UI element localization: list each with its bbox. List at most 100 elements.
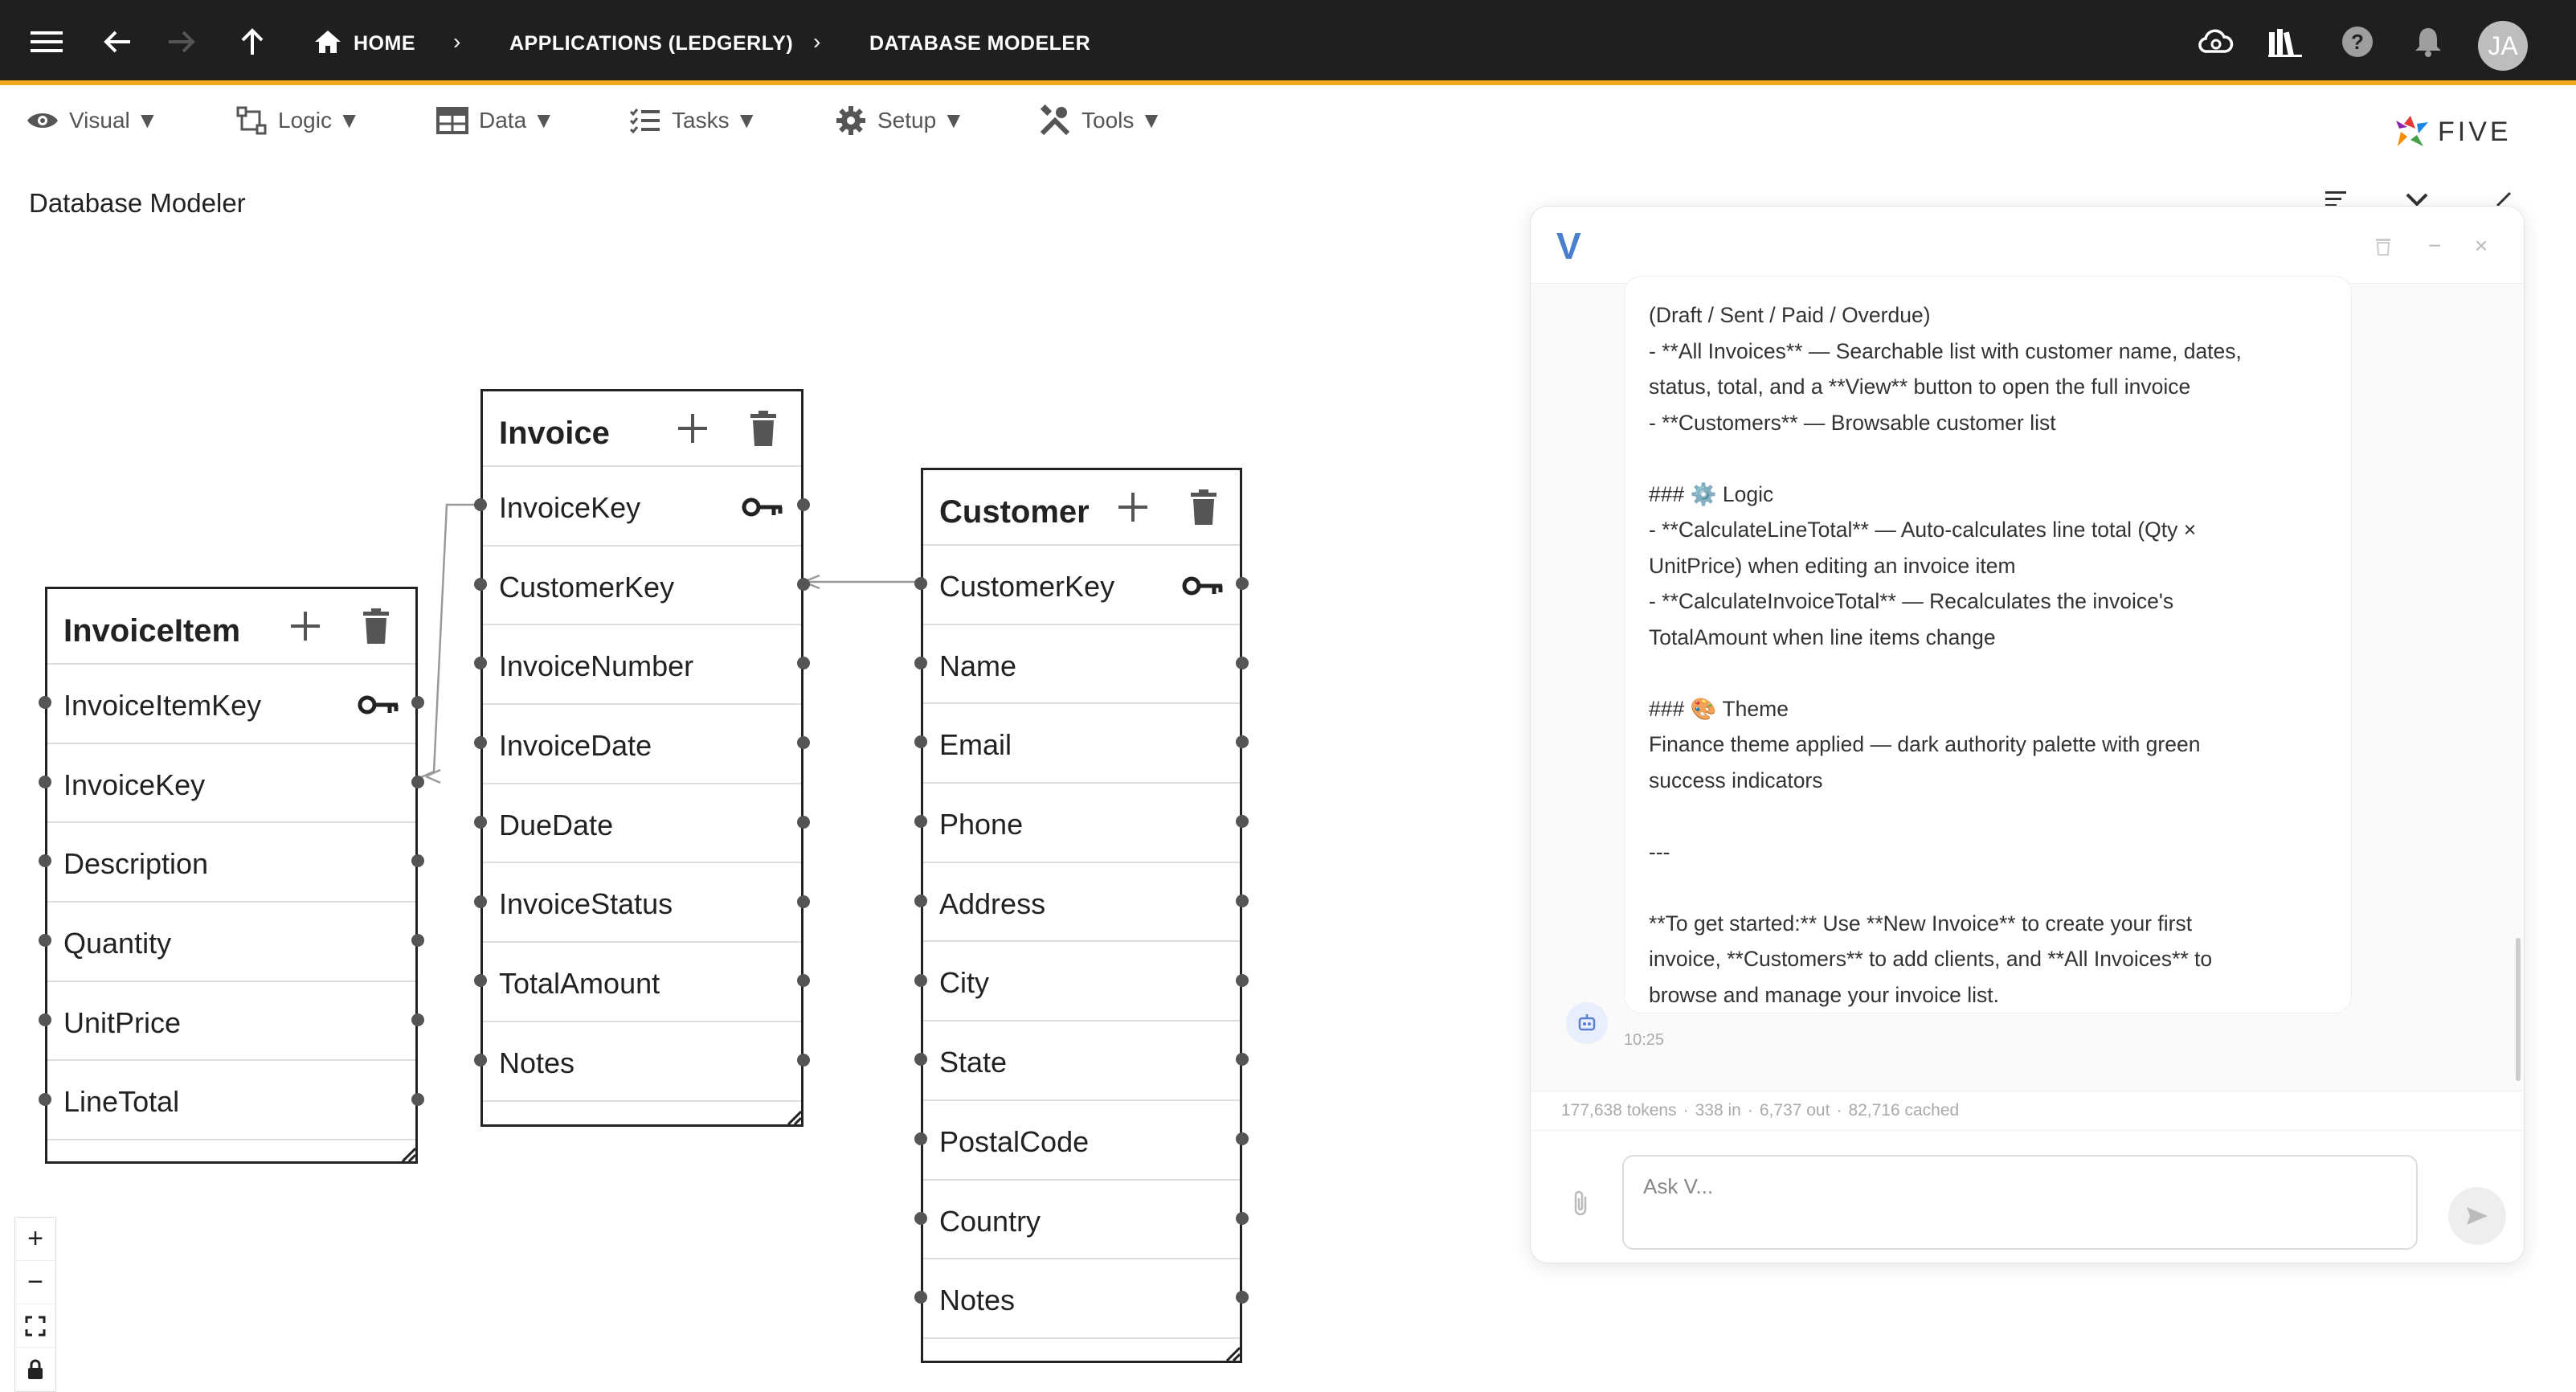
field-row[interactable]: Email [923,704,1240,784]
field-row[interactable]: CustomerKey [483,547,801,626]
connection-handle[interactable] [411,934,424,948]
field-row[interactable]: Quantity [47,903,415,982]
connection-handle[interactable] [914,1211,927,1225]
connection-handle[interactable] [474,736,487,750]
field-row[interactable]: TotalAmount [483,943,801,1022]
connection-handle[interactable] [914,656,927,669]
connection-handle[interactable] [1236,577,1249,590]
field-row[interactable]: InvoiceStatus [483,863,801,944]
lock-icon[interactable] [15,1348,55,1391]
table-header: Customer [923,470,1240,546]
resize-handle-icon[interactable] [1224,1345,1240,1361]
connection-handle[interactable] [474,577,487,591]
connection-handle[interactable] [797,895,810,908]
connection-handle[interactable] [797,577,810,591]
assistant-message: (Draft / Sent / Paid / Overdue) - **All … [1624,276,2352,1013]
field-row[interactable]: InvoiceKey [47,744,415,824]
delete-table-icon[interactable] [356,604,396,649]
field-row[interactable]: City [923,942,1240,1022]
connection-handle[interactable] [797,736,810,750]
connection-handle[interactable] [797,1053,810,1067]
chat-input[interactable]: Ask V... [1622,1155,2418,1250]
table-invoiceitem[interactable]: InvoiceItem InvoiceItemKey InvoiceKey De… [45,587,418,1164]
field-row[interactable]: InvoiceKey [483,467,801,547]
connection-handle[interactable] [914,894,927,907]
field-row[interactable]: Notes [923,1259,1240,1339]
add-field-icon[interactable] [285,604,325,649]
field-row[interactable]: Address [923,863,1240,943]
connection-handle[interactable] [39,696,51,709]
connection-handle[interactable] [474,815,487,829]
field-row[interactable]: Name [923,625,1240,705]
connection-handle[interactable] [39,1092,51,1106]
field-row[interactable]: InvoiceNumber [483,625,801,706]
send-button[interactable] [2448,1187,2506,1245]
connection-handle[interactable] [1236,973,1249,987]
message-timestamp: 10:25 [1624,1031,1665,1049]
primary-key-icon [1182,576,1223,596]
primary-key-icon [358,695,399,714]
connection-handle[interactable] [474,895,487,908]
connection-handle[interactable] [39,775,51,788]
connection-handle[interactable] [914,577,927,590]
field-row[interactable]: UnitPrice [47,982,415,1062]
connection-handle[interactable] [411,696,424,709]
connection-handle[interactable] [914,815,927,829]
table-customer[interactable]: Customer CustomerKey Name Email Phone Ad… [921,468,1242,1363]
connection-handle[interactable] [39,934,51,948]
trash-icon[interactable] [2371,234,2395,258]
field-row[interactable]: LineTotal [47,1061,415,1141]
connection-handle[interactable] [474,498,487,511]
connection-handle[interactable] [474,1053,487,1067]
zoom-controls: + − [14,1217,56,1392]
table-name: InvoiceItem [63,613,241,649]
field-row[interactable]: InvoiceDate [483,705,801,784]
chat-header: V − × [1531,207,2524,284]
field-row[interactable]: Phone [923,784,1240,863]
add-field-icon[interactable] [673,406,713,451]
connection-handle[interactable] [1236,656,1249,669]
table-name: Invoice [499,416,610,451]
token-usage: 177,638 tokens · 338 in · 6,737 out · 82… [1531,1091,2524,1131]
field-row[interactable]: InvoiceItemKey [47,665,415,744]
attach-icon[interactable] [1571,1189,1595,1221]
connection-handle[interactable] [914,1132,927,1145]
connection-handle[interactable] [797,815,810,829]
connection-handle[interactable] [1236,1211,1249,1225]
connection-handle[interactable] [411,1013,424,1026]
connection-handle[interactable] [1236,815,1249,829]
resize-handle-icon[interactable] [399,1145,415,1161]
table-name: Customer [939,494,1090,530]
field-row[interactable]: State [923,1021,1240,1101]
fit-view-icon[interactable] [15,1304,55,1348]
connection-handle[interactable] [411,1092,424,1106]
chat-scrollbar[interactable] [2516,938,2521,1081]
connection-handle[interactable] [411,775,424,788]
field-row[interactable]: PostalCode [923,1101,1240,1181]
connection-handle[interactable] [1236,894,1249,907]
primary-key-icon [742,497,783,517]
assistant-logo: V [1556,225,1581,267]
field-row[interactable]: DueDate [483,784,801,864]
close-icon[interactable]: × [2469,233,2493,258]
connection-handle[interactable] [1236,1132,1249,1145]
connection-handle[interactable] [914,973,927,987]
connection-handle[interactable] [797,498,810,511]
message-text: (Draft / Sent / Paid / Overdue) - **All … [1649,303,2242,1007]
delete-table-icon[interactable] [743,406,783,451]
send-icon [2467,1207,2488,1225]
field-row[interactable]: Notes [483,1022,801,1102]
minimize-icon[interactable]: − [2423,233,2447,258]
field-row[interactable]: Description [47,823,415,903]
zoom-in-icon[interactable]: + [15,1218,55,1261]
add-field-icon[interactable] [1113,485,1153,530]
resize-handle-icon[interactable] [785,1108,801,1124]
zoom-out-icon[interactable]: − [15,1261,55,1304]
delete-table-icon[interactable] [1184,485,1224,530]
field-row[interactable]: CustomerKey [923,546,1240,625]
field-row[interactable]: Country [923,1181,1240,1260]
assistant-chat-panel: V − × (Draft / Sent / Paid / Overdue) - … [1530,206,2525,1263]
table-invoice[interactable]: Invoice InvoiceKey CustomerKey InvoiceNu… [480,389,803,1127]
connection-handle[interactable] [39,1013,51,1026]
chat-input-area: Ask V... [1531,1131,2524,1263]
